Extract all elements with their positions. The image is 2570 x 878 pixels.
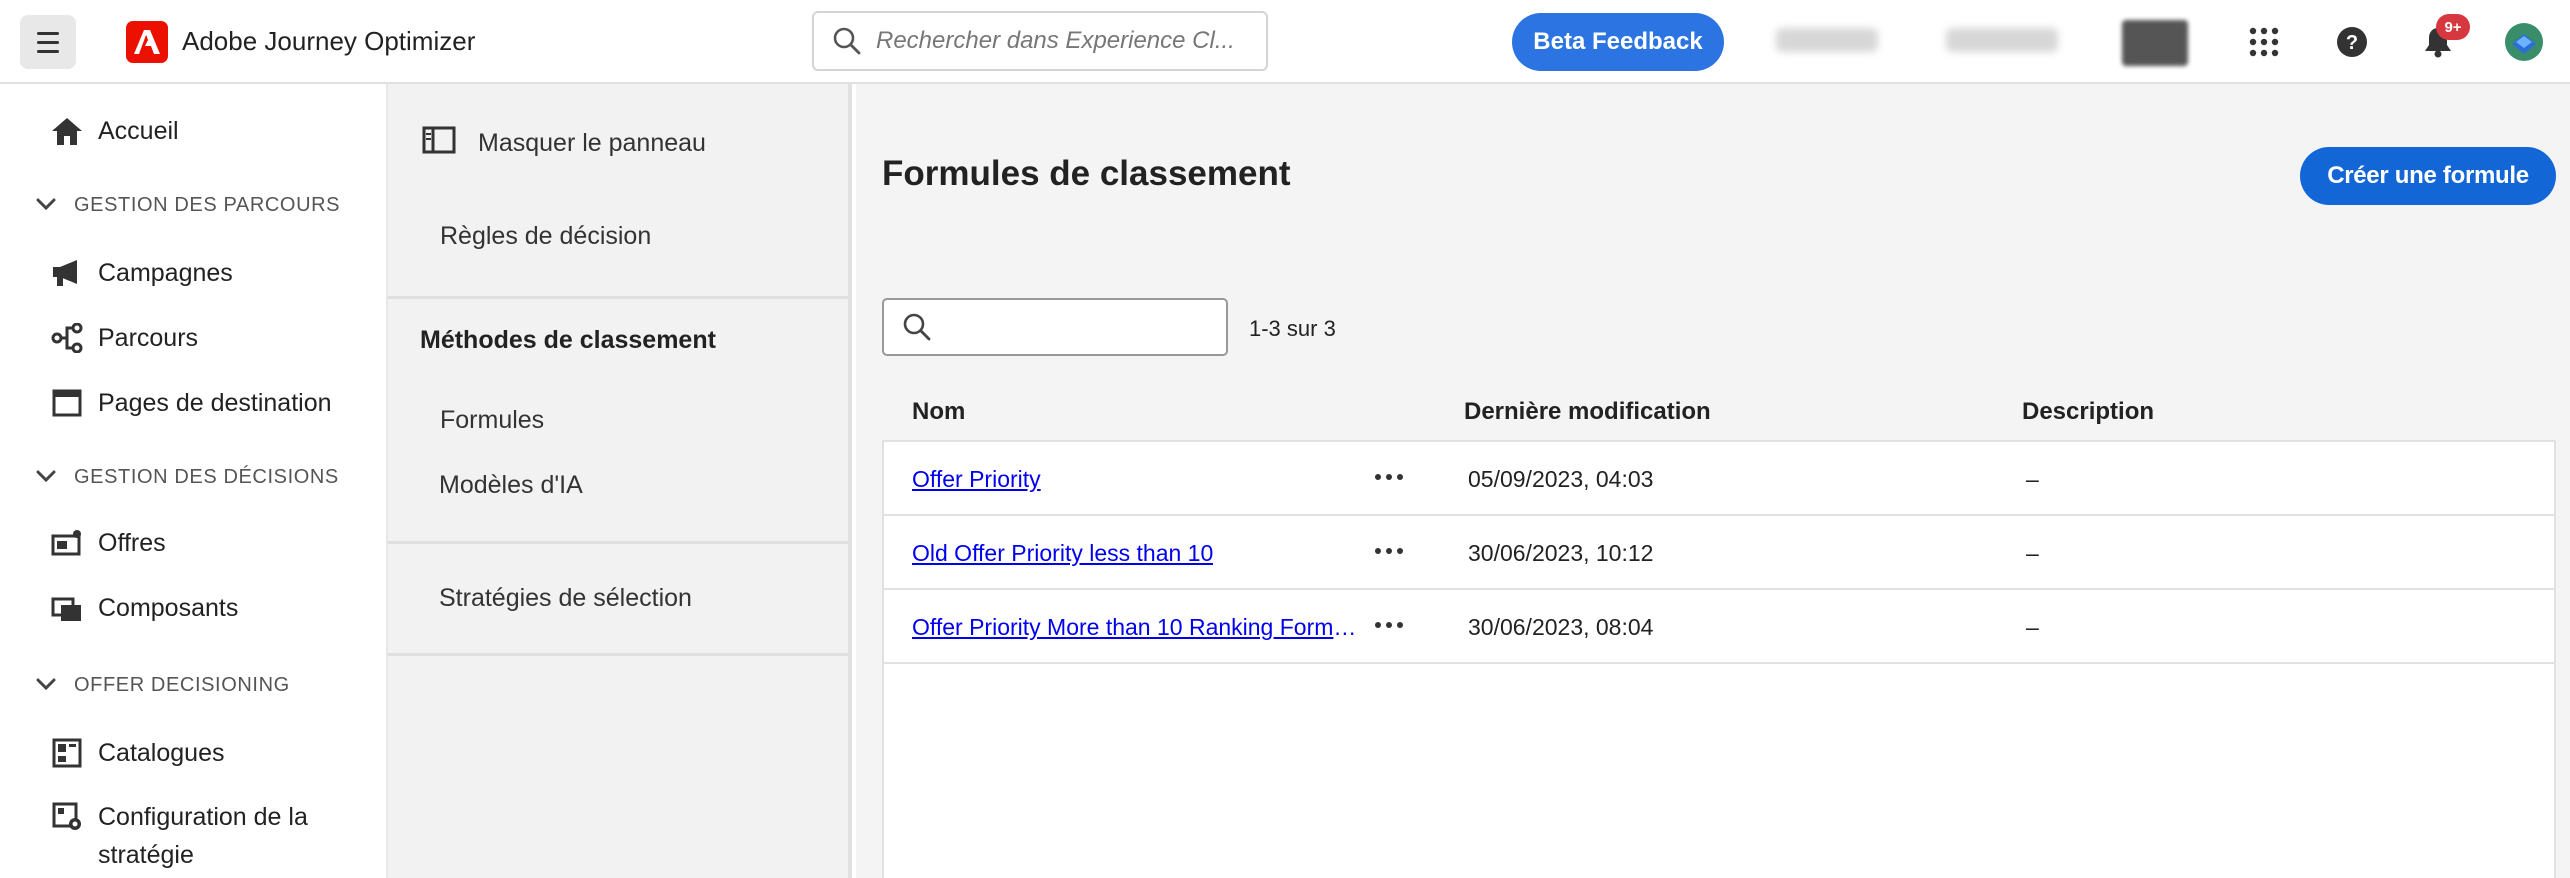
nav-item-label: Configuration de la stratégie xyxy=(98,803,308,869)
formula-name-link[interactable]: Offer Priority More than 10 Ranking Form… xyxy=(912,614,1364,641)
modified-date: 30/06/2023, 08:04 xyxy=(1468,614,1654,640)
table-body: Offer Priority 05/09/2023, 04:03 – Old O… xyxy=(882,440,2556,878)
components-icon xyxy=(50,591,84,625)
nav-selection-strategies[interactable]: Stratégies de sélection xyxy=(439,584,692,613)
description: – xyxy=(2026,614,2039,640)
megaphone-icon xyxy=(50,256,84,290)
table-row[interactable]: Offer Priority More than 10 Ranking Form… xyxy=(884,590,2554,664)
app-title[interactable]: Adobe Journey Optimizer xyxy=(182,26,475,57)
panel-toggle-icon xyxy=(422,126,456,161)
page-title: Formules de classement xyxy=(882,154,1291,193)
nav-item-label: Campagnes xyxy=(98,258,233,287)
chevron-down-icon xyxy=(36,194,58,217)
nav-item-label: Pages de destination xyxy=(98,388,332,417)
nav-item-home[interactable]: Accueil xyxy=(50,114,179,148)
secondary-panel: Masquer le panneau Règles de décision Mé… xyxy=(388,84,852,878)
adobe-logo-icon[interactable] xyxy=(126,21,168,63)
divider xyxy=(388,653,848,656)
left-navigation: Accueil GESTION DES PARCOURS Campagnes P… xyxy=(0,84,388,878)
column-header-name[interactable]: Nom xyxy=(912,398,965,426)
formula-name-link[interactable]: Old Offer Priority less than 10 xyxy=(912,540,1213,567)
section-journey-management[interactable]: GESTION DES PARCOURS xyxy=(36,194,340,217)
offer-icon xyxy=(50,526,84,560)
home-icon xyxy=(50,114,84,148)
beta-feedback-button[interactable]: Beta Feedback xyxy=(1512,13,1724,71)
search-placeholder: Rechercher dans Experience Cl... xyxy=(876,27,1235,54)
formula-name-link[interactable]: Offer Priority xyxy=(912,466,1041,493)
nav-item-label: Catalogues xyxy=(98,738,225,767)
section-offer-decisioning[interactable]: OFFER DECISIONING xyxy=(36,674,290,697)
modified-date: 05/09/2023, 04:03 xyxy=(1468,466,1654,492)
nav-formulas[interactable]: Formules xyxy=(440,406,544,435)
nav-item-journeys[interactable]: Parcours xyxy=(50,321,198,355)
description: – xyxy=(2026,540,2039,566)
more-actions-icon[interactable] xyxy=(1369,610,1409,640)
table-row[interactable]: Offer Priority 05/09/2023, 04:03 – xyxy=(884,442,2554,516)
help-icon[interactable]: ? xyxy=(2330,20,2374,64)
hamburger-icon xyxy=(37,29,59,56)
column-header-modified[interactable]: Dernière modification xyxy=(1464,398,1711,426)
chevron-down-icon xyxy=(36,466,58,489)
hide-panel-label: Masquer le panneau xyxy=(478,129,706,157)
sandbox-name-redacted[interactable] xyxy=(1946,28,2058,52)
nav-item-label: Parcours xyxy=(98,323,199,352)
section-label: OFFER DECISIONING xyxy=(74,674,290,696)
column-header-description[interactable]: Description xyxy=(2022,398,2154,426)
section-label: GESTION DES DÉCISIONS xyxy=(74,466,339,488)
nav-item-components[interactable]: Composants xyxy=(50,591,238,625)
chevron-down-icon xyxy=(36,674,58,697)
nav-item-label: Offres xyxy=(98,528,166,557)
nav-ai-models[interactable]: Modèles d'IA xyxy=(439,471,583,500)
divider xyxy=(388,296,848,299)
search-icon xyxy=(903,313,931,341)
top-bar: Adobe Journey Optimizer Rechercher dans … xyxy=(0,0,2570,84)
browser-window-icon xyxy=(50,386,84,420)
table-header: Nom Dernière modification Description xyxy=(882,384,2570,440)
user-avatar[interactable] xyxy=(2502,20,2546,64)
global-search-input[interactable]: Rechercher dans Experience Cl... xyxy=(812,11,1268,71)
more-actions-icon[interactable] xyxy=(1369,462,1409,492)
env-badge-redacted[interactable] xyxy=(2122,20,2188,66)
apps-grid-icon[interactable] xyxy=(2242,20,2286,64)
nav-decision-rules[interactable]: Règles de décision xyxy=(440,222,651,251)
create-formula-button[interactable]: Créer une formule xyxy=(2300,147,2556,205)
svg-text:?: ? xyxy=(2346,32,2358,54)
section-decision-management[interactable]: GESTION DES DÉCISIONS xyxy=(36,466,339,489)
menu-toggle-button[interactable] xyxy=(20,15,76,69)
modified-date: 30/06/2023, 10:12 xyxy=(1468,540,1654,566)
table-row[interactable]: Old Offer Priority less than 10 30/06/20… xyxy=(884,516,2554,590)
ranking-methods-header: Méthodes de classement xyxy=(420,326,716,354)
result-count: 1-3 sur 3 xyxy=(1249,316,1336,341)
nav-item-label: Accueil xyxy=(98,116,179,145)
nav-item-landing-pages[interactable]: Pages de destination xyxy=(50,386,332,420)
table-search-input[interactable] xyxy=(882,298,1228,356)
nav-item-label: Composants xyxy=(98,593,239,622)
notification-count-badge: 9+ xyxy=(2436,14,2470,40)
search-icon xyxy=(833,27,861,55)
hide-panel-button[interactable]: Masquer le panneau xyxy=(422,126,706,161)
more-actions-icon[interactable] xyxy=(1369,536,1409,566)
divider xyxy=(388,541,848,544)
section-label: GESTION DES PARCOURS xyxy=(74,194,341,216)
main-content: Formules de classement Créer une formule… xyxy=(856,84,2570,878)
strategy-settings-icon xyxy=(50,800,84,834)
catalog-icon xyxy=(50,736,84,770)
description: – xyxy=(2026,466,2039,492)
nav-item-campaigns[interactable]: Campagnes xyxy=(50,256,233,290)
org-name-redacted[interactable] xyxy=(1776,28,1878,52)
nav-item-catalogues[interactable]: Catalogues xyxy=(50,736,224,770)
journey-icon xyxy=(50,321,84,355)
nav-item-strategy-setup[interactable]: Configuration de la stratégie xyxy=(50,800,308,874)
nav-item-offers[interactable]: Offres xyxy=(50,526,166,560)
